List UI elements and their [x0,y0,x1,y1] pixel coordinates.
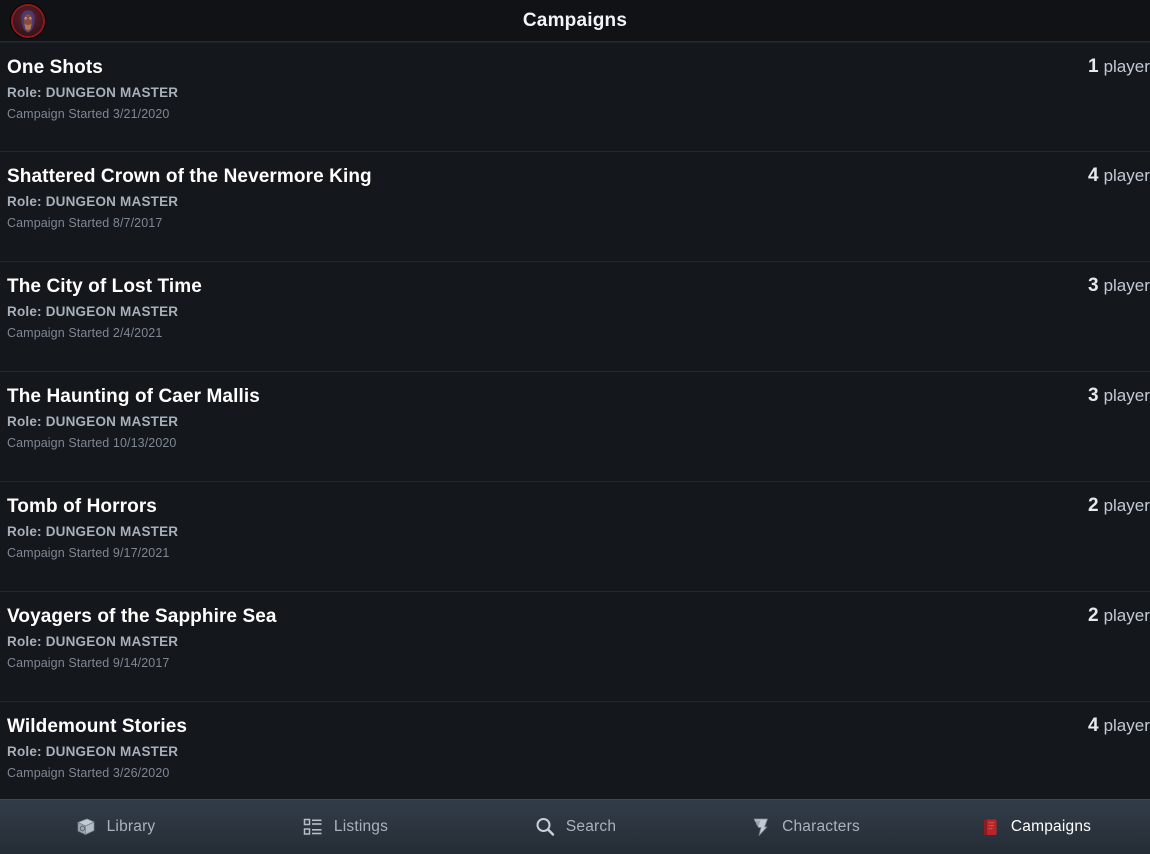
campaigns-screen: Campaigns One Shots Role: DUNGEON MASTER… [0,0,1150,854]
campaign-row[interactable]: Tomb of Horrors Role: DUNGEON MASTER Cam… [0,482,1150,592]
campaign-started: Campaign Started 8/7/2017 [7,216,163,230]
tab-search[interactable]: Search [460,800,690,854]
book-stack-icon [75,816,97,838]
player-count-number: 3 [1088,275,1099,296]
campaign-title: Shattered Crown of the Nevermore King [7,166,372,187]
bottom-tab-bar: Library Listings Search Characters Campa… [0,799,1150,854]
red-book-icon [979,816,1001,838]
campaign-role: Role: DUNGEON MASTER [7,744,179,759]
campaign-player-count: 2players [1088,604,1150,628]
campaign-row[interactable]: The City of Lost Time Role: DUNGEON MAST… [0,262,1150,372]
banner-icon [750,816,772,838]
tab-characters[interactable]: Characters [690,800,920,854]
campaign-row[interactable]: Wildemount Stories Role: DUNGEON MASTER … [0,702,1150,799]
campaign-started: Campaign Started 9/17/2021 [7,546,170,560]
player-count-number: 4 [1088,165,1099,186]
list-grid-icon [302,816,324,838]
campaign-role: Role: DUNGEON MASTER [7,194,179,209]
player-count-label: players [1103,166,1150,185]
player-count-number: 1 [1088,56,1099,77]
tab-label: Listings [333,818,389,835]
tab-label: Library [106,818,156,835]
campaign-row[interactable]: Shattered Crown of the Nevermore King Ro… [0,152,1150,262]
campaign-title: Voyagers of the Sapphire Sea [7,606,277,627]
campaign-player-count: 3players [1088,274,1150,298]
player-count-label: players [1103,276,1150,295]
campaign-started: Campaign Started 9/14/2017 [7,656,170,670]
campaign-started: Campaign Started 2/4/2021 [7,326,163,340]
player-count-label: players [1103,716,1150,735]
player-count-label: players [1103,496,1150,515]
campaign-row[interactable]: The Haunting of Caer Mallis Role: DUNGEO… [0,372,1150,482]
campaign-started: Campaign Started 10/13/2020 [7,436,177,450]
campaign-row[interactable]: One Shots Role: DUNGEON MASTER Campaign … [0,42,1150,152]
campaign-role: Role: DUNGEON MASTER [7,414,179,429]
campaign-role: Role: DUNGEON MASTER [7,524,179,539]
player-count-number: 2 [1088,495,1099,516]
tab-library[interactable]: Library [0,800,230,854]
campaign-title: Wildemount Stories [7,716,188,737]
campaign-role: Role: DUNGEON MASTER [7,304,179,319]
tab-label: Search [565,818,617,835]
campaign-list: One Shots Role: DUNGEON MASTER Campaign … [0,42,1150,799]
campaign-title: One Shots [7,57,103,78]
campaign-title: Tomb of Horrors [7,496,157,517]
campaign-player-count: 2players [1088,494,1150,518]
player-count-label: player [1103,57,1150,76]
avatar-portrait-icon [13,6,43,36]
campaign-title: The Haunting of Caer Mallis [7,386,260,407]
campaign-player-count: 3players [1088,384,1150,408]
tab-label: Campaigns [1010,818,1092,835]
campaign-started: Campaign Started 3/21/2020 [7,107,170,121]
tab-listings[interactable]: Listings [230,800,460,854]
search-icon [534,816,556,838]
campaign-started: Campaign Started 3/26/2020 [7,766,170,780]
page-title: Campaigns [522,9,628,31]
campaign-row[interactable]: Voyagers of the Sapphire Sea Role: DUNGE… [0,592,1150,702]
player-count-number: 2 [1088,605,1099,626]
player-count-number: 4 [1088,715,1099,736]
player-count-number: 3 [1088,385,1099,406]
campaign-player-count: 1 player [1088,55,1150,79]
campaign-role: Role: DUNGEON MASTER [7,85,179,100]
campaign-player-count: 4players [1088,714,1150,738]
campaign-role: Role: DUNGEON MASTER [7,634,179,649]
tab-campaigns[interactable]: Campaigns [920,800,1150,854]
campaign-player-count: 4players [1088,164,1150,188]
app-header: Campaigns [0,0,1150,42]
player-count-label: players [1103,386,1150,405]
user-avatar[interactable] [11,4,45,38]
tab-label: Characters [782,818,860,835]
player-count-label: players [1103,606,1150,625]
campaign-title: The City of Lost Time [7,276,202,297]
